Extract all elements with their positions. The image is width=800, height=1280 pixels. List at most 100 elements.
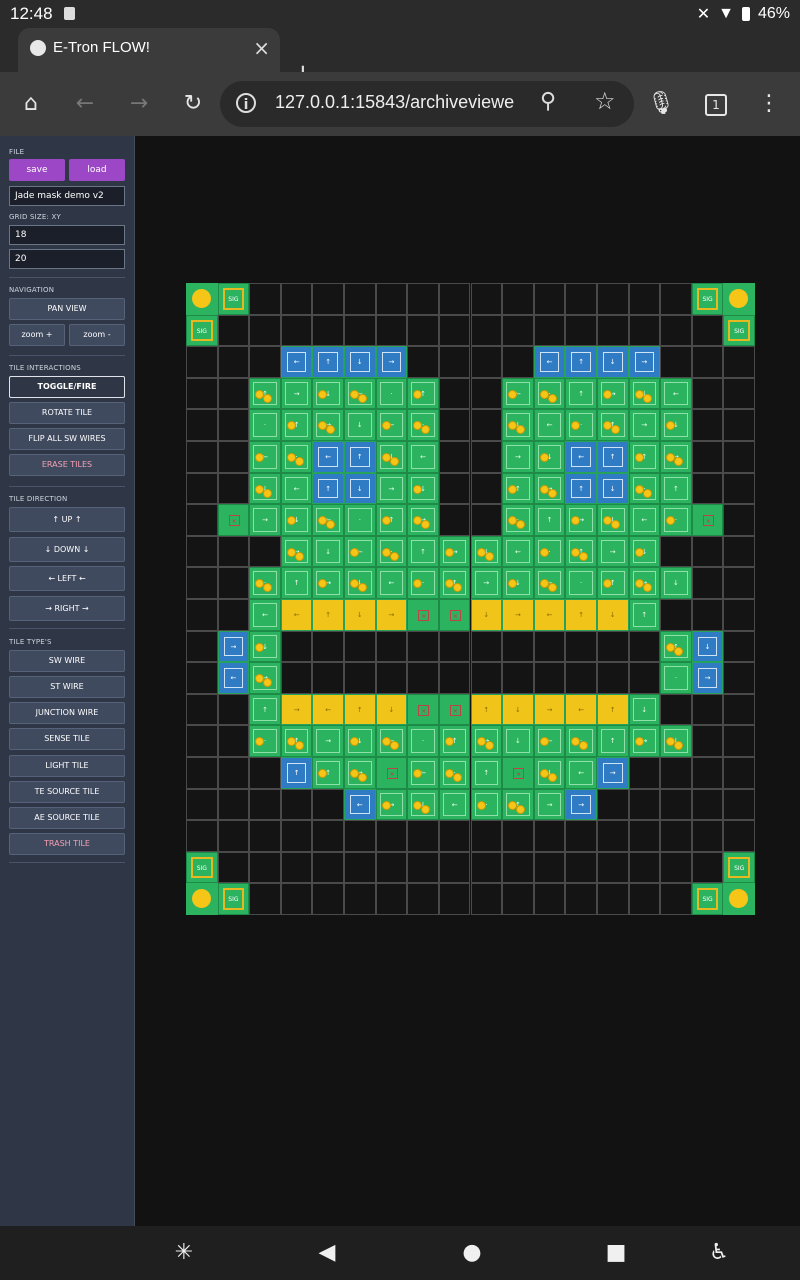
grid-cell[interactable]: [438, 472, 471, 505]
grid-cell[interactable]: [312, 788, 345, 821]
wire-tile[interactable]: ←: [407, 757, 439, 789]
wire-tile[interactable]: ←: [312, 504, 345, 536]
wire-tile[interactable]: ·: [565, 725, 597, 757]
direction-right-button[interactable]: → RIGHT →: [9, 596, 125, 621]
zoom-out-button[interactable]: zoom -: [69, 324, 125, 346]
grid-cell[interactable]: [628, 851, 661, 884]
grid-cell[interactable]: [691, 599, 724, 631]
grid-cell[interactable]: [691, 851, 724, 884]
wire-tile[interactable]: ↑: [502, 472, 534, 505]
wire-tile[interactable]: ←: [375, 725, 408, 757]
grid-cell[interactable]: [344, 883, 376, 915]
grid-cell[interactable]: [691, 346, 724, 378]
grid-cell[interactable]: [217, 441, 250, 473]
wire-tile[interactable]: ↓: [660, 567, 692, 599]
wire-tile[interactable]: →: [533, 788, 566, 821]
grid-cell[interactable]: [217, 314, 250, 347]
grid-cell[interactable]: [565, 851, 597, 884]
wire-tile[interactable]: →: [407, 504, 439, 536]
wire-tile[interactable]: ←: [660, 377, 692, 410]
wire-tile[interactable]: ↓: [344, 725, 376, 757]
wire-tile[interactable]: ↑: [280, 409, 313, 441]
wire-tile[interactable]: →: [565, 504, 597, 536]
wire-tile[interactable]: ·: [565, 567, 597, 599]
light-tile[interactable]: →: [375, 599, 408, 631]
wire-tile[interactable]: →: [280, 377, 313, 410]
grid-cell[interactable]: [723, 504, 755, 536]
wire-tile[interactable]: ↑: [660, 472, 692, 505]
source-tile[interactable]: [186, 883, 218, 915]
grid-cell[interactable]: [280, 820, 313, 852]
wire-tile[interactable]: →: [249, 662, 281, 694]
wire-tile[interactable]: ←: [375, 409, 408, 441]
sense-tile[interactable]: ↓: [344, 472, 376, 505]
sense-tile[interactable]: ↑: [312, 346, 345, 378]
grid-cell[interactable]: [249, 283, 281, 315]
light-tile[interactable]: ↑: [565, 599, 597, 631]
grid-cell[interactable]: [186, 662, 218, 694]
wire-tile[interactable]: ←: [628, 504, 661, 536]
grid-cell[interactable]: [217, 409, 250, 441]
grid-cell[interactable]: [628, 757, 661, 789]
grid-cell[interactable]: [723, 725, 755, 757]
grid-cell[interactable]: [596, 662, 629, 694]
grid-cell[interactable]: [502, 314, 534, 347]
sig-tile[interactable]: SIG: [691, 883, 724, 915]
st-wire-button[interactable]: ST WIRE: [9, 676, 125, 698]
sig-tile[interactable]: SIG: [691, 283, 724, 315]
grid-cell[interactable]: [249, 788, 281, 821]
wire-tile[interactable]: ↑: [407, 535, 439, 568]
grid-cell[interactable]: [438, 820, 471, 852]
grid-cell[interactable]: [407, 851, 439, 884]
wire-tile[interactable]: →: [375, 788, 408, 821]
site-info-icon[interactable]: i: [236, 93, 256, 113]
sense-tile[interactable]: ↓: [344, 346, 376, 378]
grid-cell[interactable]: [249, 820, 281, 852]
grid-cell[interactable]: [470, 662, 503, 694]
wire-tile[interactable]: ↓: [312, 535, 345, 568]
grid-cell[interactable]: [280, 662, 313, 694]
grid-cell[interactable]: [691, 377, 724, 410]
grid-cell[interactable]: [186, 409, 218, 441]
grid-cell[interactable]: [312, 820, 345, 852]
grid-cell[interactable]: [565, 630, 597, 663]
grid-cell[interactable]: [249, 346, 281, 378]
wire-tile[interactable]: ↑: [660, 630, 692, 663]
wire-tile[interactable]: ↑: [596, 567, 629, 599]
grid-cell[interactable]: [280, 630, 313, 663]
grid-cell[interactable]: [502, 346, 534, 378]
junction-tile[interactable]: ×: [438, 599, 471, 631]
wire-tile[interactable]: →: [344, 757, 376, 789]
wire-tile[interactable]: ·: [249, 567, 281, 599]
wire-tile[interactable]: →: [470, 725, 503, 757]
grid-cell[interactable]: [407, 630, 439, 663]
junction-tile[interactable]: ×: [407, 693, 439, 726]
grid-cell[interactable]: [533, 820, 566, 852]
grid-cell[interactable]: [217, 788, 250, 821]
sig-tile[interactable]: SIG: [723, 851, 755, 884]
grid-cell[interactable]: [249, 757, 281, 789]
grid-cell[interactable]: [470, 820, 503, 852]
wire-tile[interactable]: ↑: [565, 377, 597, 410]
junction-tile[interactable]: ×: [438, 693, 471, 726]
grid-cell[interactable]: [565, 314, 597, 347]
tile-grid[interactable]: SIGSIGSIGSIG←↑↓→←↑↓→↑→↓←·↑←·↑→↓←·↑→↓←·↓←…: [186, 283, 755, 915]
wire-tile[interactable]: ↓: [596, 504, 629, 536]
grid-cell[interactable]: [217, 599, 250, 631]
wire-tile[interactable]: ↑: [280, 725, 313, 757]
light-tile[interactable]: ↓: [344, 599, 376, 631]
grid-cell[interactable]: [249, 883, 281, 915]
wire-tile[interactable]: ←: [280, 472, 313, 505]
wire-tile[interactable]: ↑: [502, 788, 534, 821]
grid-cell[interactable]: [407, 662, 439, 694]
wire-tile[interactable]: →: [438, 535, 471, 568]
back-icon[interactable]: ←: [70, 90, 100, 118]
light-tile[interactable]: ←: [565, 693, 597, 726]
grid-cell[interactable]: [280, 883, 313, 915]
wire-tile[interactable]: ↓: [628, 693, 661, 726]
sense-tile[interactable]: ←: [565, 441, 597, 473]
grid-cell[interactable]: [186, 472, 218, 505]
grid-cell[interactable]: [375, 630, 408, 663]
wire-tile[interactable]: →: [249, 504, 281, 536]
wire-tile[interactable]: →: [280, 535, 313, 568]
